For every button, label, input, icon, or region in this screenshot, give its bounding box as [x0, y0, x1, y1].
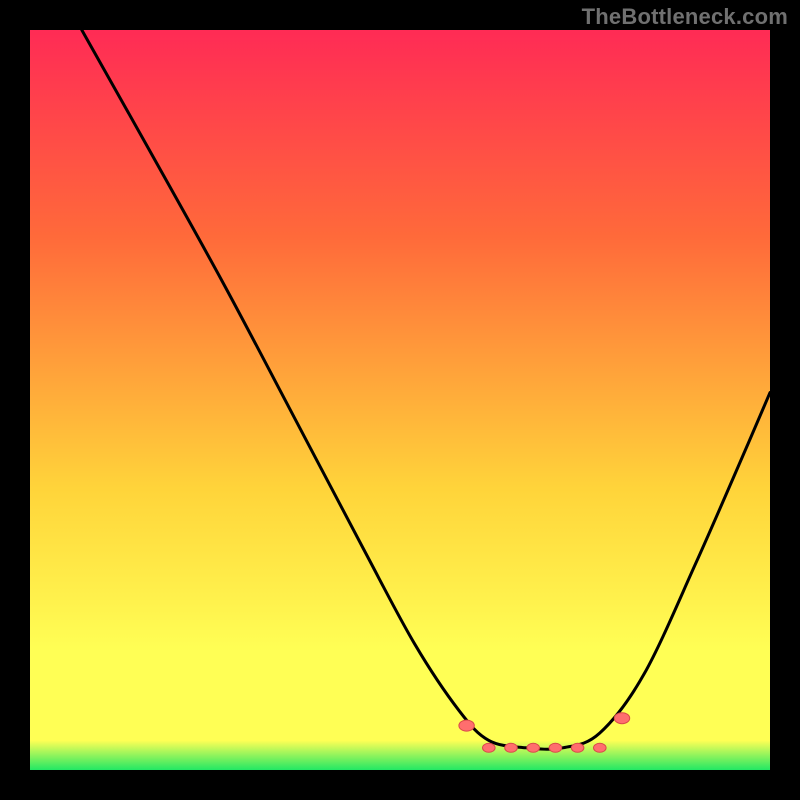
valley-marker-1 [505, 743, 518, 752]
valley-marker-0 [483, 743, 496, 752]
valley-marker-5 [594, 743, 607, 752]
plot-area [30, 30, 770, 770]
valley-marker-4 [571, 743, 584, 752]
valley-marker-2 [527, 743, 540, 752]
chart-svg [30, 30, 770, 770]
valley-marker-3 [549, 743, 562, 752]
valley-edge-marker-1 [614, 713, 629, 724]
watermark-text: TheBottleneck.com [582, 4, 788, 30]
gradient-background [30, 30, 770, 770]
chart-frame: TheBottleneck.com [0, 0, 800, 800]
valley-edge-marker-0 [459, 720, 474, 731]
